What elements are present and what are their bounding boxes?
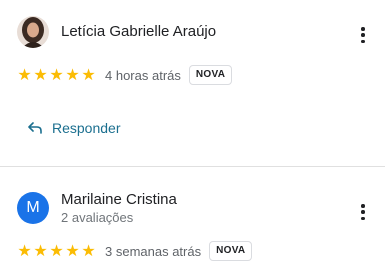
reply-label: Responder	[52, 120, 121, 136]
star-icon: ★	[81, 66, 96, 84]
star-icon: ★	[33, 242, 48, 260]
new-badge: NOVA	[209, 241, 253, 261]
author-name[interactable]: Letícia Gabrielle Araújo	[61, 23, 216, 40]
star-icon: ★	[17, 66, 32, 84]
author-avatar[interactable]: M	[17, 192, 49, 224]
star-icon: ★	[65, 66, 80, 84]
review-card: M Marilaine Cristina 2 avaliações ★ ★ ★ …	[0, 168, 385, 269]
rating-row: ★ ★ ★ ★ ★ 3 semanas atrás NOVA	[17, 240, 253, 262]
more-options-icon[interactable]	[361, 204, 365, 220]
divider	[0, 166, 385, 167]
review-card: Letícia Gabrielle Araújo ★ ★ ★ ★ ★ 4 hor…	[0, 0, 385, 166]
star-rating: ★ ★ ★ ★ ★	[17, 242, 97, 260]
reply-arrow-icon	[28, 122, 42, 134]
review-time: 4 horas atrás	[105, 67, 181, 83]
review-time: 3 semanas atrás	[105, 243, 202, 259]
star-icon: ★	[81, 242, 96, 260]
star-rating: ★ ★ ★ ★ ★	[17, 66, 97, 84]
star-icon: ★	[49, 242, 64, 260]
rating-row: ★ ★ ★ ★ ★ 4 horas atrás NOVA	[17, 64, 233, 86]
star-icon: ★	[33, 66, 48, 84]
more-options-icon[interactable]	[361, 27, 365, 43]
reply-button[interactable]: Responder	[27, 116, 121, 140]
star-icon: ★	[17, 242, 32, 260]
author-name[interactable]: Marilaine Cristina	[61, 191, 177, 208]
star-icon: ★	[65, 242, 80, 260]
author-reviews-count: 2 avaliações	[61, 210, 134, 225]
new-badge: NOVA	[188, 65, 233, 85]
star-icon: ★	[49, 66, 64, 84]
author-avatar[interactable]	[17, 16, 49, 48]
